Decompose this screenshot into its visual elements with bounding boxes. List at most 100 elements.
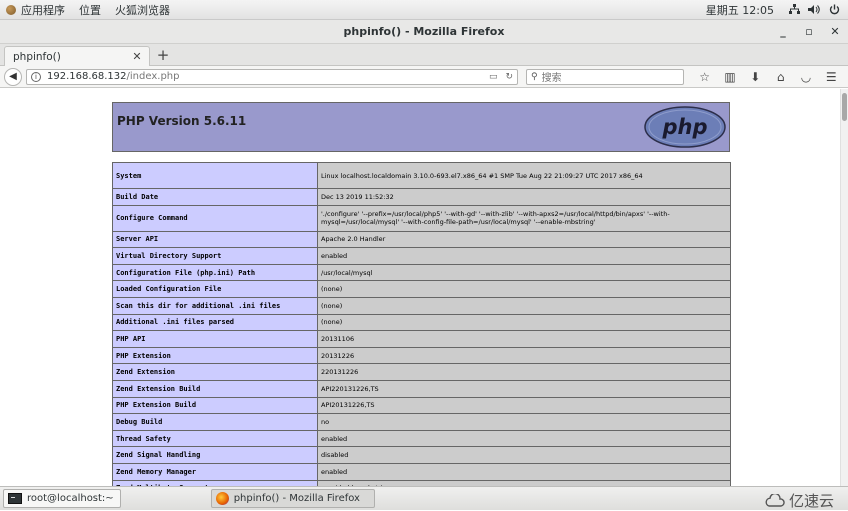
applications-menu[interactable]: 应用程序 — [0, 0, 73, 20]
close-tab-icon[interactable]: ✕ — [131, 50, 143, 63]
info-value: Dec 13 2019 11:52:32 — [317, 188, 731, 206]
info-value: (none) — [317, 296, 731, 315]
info-key: Zend Extension Build — [112, 379, 318, 398]
window-title: phpinfo() - Mozilla Firefox — [343, 25, 505, 38]
info-row: Loaded Configuration File (none) — [112, 280, 731, 298]
info-key: Server API — [112, 230, 318, 249]
tab-phpinfo[interactable]: phpinfo() ✕ — [4, 46, 150, 66]
info-row: PHP Extension Build API20131226,TS — [112, 396, 731, 415]
search-input[interactable]: ⚲ 搜索 — [526, 68, 684, 85]
info-row: PHP Extension 20131226 — [112, 346, 731, 365]
info-value: (none) — [317, 313, 731, 332]
page-content: PHP Version 5.6.11 php System Linux local… — [0, 89, 840, 486]
taskbar-item-label: root@localhost:~ — [27, 493, 114, 504]
arrow-left-icon[interactable]: ◀ — [4, 67, 22, 86]
info-key: Zend Memory Manager — [112, 462, 318, 481]
info-value: API220131226,TS — [317, 379, 731, 398]
php-version-title: PHP Version 5.6.11 — [117, 114, 247, 128]
clock[interactable]: 星期五 12:05 — [706, 2, 774, 18]
info-key: Zend Signal Handling — [112, 446, 318, 464]
info-key: PHP Extension Build — [112, 396, 318, 415]
places-menu[interactable]: 位置 — [73, 0, 109, 20]
info-key: System — [112, 162, 318, 189]
info-value: './configure' '--prefix=/usr/local/php5'… — [317, 204, 731, 232]
info-row: Configure Command './configure' '--prefix… — [112, 204, 731, 232]
info-row: System Linux localhost.localdomain 3.10.0… — [112, 162, 731, 189]
taskbar-item-firefox[interactable]: phpinfo() - Mozilla Firefox — [210, 489, 375, 508]
applications-menu-label: 应用程序 — [21, 3, 65, 17]
network-icon[interactable] — [788, 4, 800, 16]
info-row: PHP API 20131106 — [112, 330, 731, 348]
info-key: Virtual Directory Support — [112, 247, 318, 265]
php-logo-text: php — [661, 115, 707, 139]
info-value: enabled — [317, 429, 731, 448]
home-icon[interactable]: ⌂ — [772, 68, 790, 86]
tab-title: phpinfo() — [13, 50, 61, 63]
taskbar-item-label: phpinfo() - Mozilla Firefox — [233, 493, 360, 504]
maximize-icon[interactable]: ▫ — [802, 23, 816, 39]
cloud-logo-icon — [765, 493, 785, 507]
info-row: Zend Extension 220131226 — [112, 363, 731, 381]
url-bar[interactable]: i 192.168.68.132/index.php ▭ ↻ — [26, 68, 518, 85]
firefox-icon — [215, 492, 229, 505]
info-key: Debug Build — [112, 413, 318, 431]
minimize-icon[interactable]: _ — [776, 23, 790, 39]
taskbar-item-terminal[interactable]: root@localhost:~ — [3, 489, 121, 508]
tab-strip: phpinfo() ✕ + — [0, 44, 848, 66]
hamburger-menu-icon[interactable]: ☰ — [822, 68, 840, 86]
info-value: 20131106 — [317, 330, 731, 348]
info-key: Thread Safety — [112, 429, 318, 448]
watermark-logo: 亿速云 — [765, 490, 834, 511]
search-icon: ⚲ — [531, 71, 538, 82]
power-icon[interactable] — [828, 4, 840, 16]
vertical-scrollbar[interactable] — [840, 89, 848, 486]
info-key: Configuration File (php.ini) Path — [112, 263, 318, 282]
search-placeholder: 搜索 — [541, 73, 562, 84]
php-logo: php — [644, 106, 726, 148]
window-titlebar[interactable]: phpinfo() - Mozilla Firefox _ ▫ ✕ — [0, 20, 848, 44]
info-value: 220131226 — [317, 363, 731, 381]
places-menu-label: 位置 — [79, 3, 101, 17]
watermark-text: 亿速云 — [788, 492, 834, 510]
close-window-icon[interactable]: ✕ — [828, 23, 842, 39]
info-key: PHP API — [112, 330, 318, 348]
top-panel: 应用程序 位置 火狐浏览器 星期五 12:05 — [0, 0, 848, 20]
info-value: Linux localhost.localdomain 3.10.0-693.e… — [317, 162, 731, 189]
url-path: /index.php — [126, 71, 180, 82]
php-version-header: PHP Version 5.6.11 php — [112, 102, 730, 152]
info-value: enabled — [317, 462, 731, 481]
scrollbar-thumb[interactable] — [842, 93, 847, 121]
info-value: API20131226,TS — [317, 396, 731, 415]
info-key: Additional .ini files parsed — [112, 313, 318, 332]
new-tab-icon[interactable]: + — [154, 46, 172, 64]
reader-view-icon[interactable]: ▭ — [489, 72, 498, 82]
star-icon[interactable]: ☆ — [696, 68, 714, 86]
info-key: Configure Command — [112, 204, 318, 232]
info-key: PHP Extension — [112, 346, 318, 365]
info-key: Zend Extension — [112, 363, 318, 381]
info-icon[interactable]: i — [31, 71, 41, 82]
info-row: Debug Build no — [112, 413, 731, 431]
info-value: no — [317, 413, 731, 431]
info-row: Zend Extension Build API220131226,TS — [112, 379, 731, 398]
info-value: Apache 2.0 Handler — [317, 230, 731, 249]
info-row: Thread Safety enabled — [112, 429, 731, 448]
library-icon[interactable]: ▥ — [721, 68, 739, 86]
info-value: /usr/local/mysql — [317, 263, 731, 282]
info-key: Loaded Configuration File — [112, 280, 318, 298]
bottom-taskbar: root@localhost:~ phpinfo() - Mozilla Fir… — [0, 486, 848, 510]
firefox-app-menu[interactable]: 火狐浏览器 — [109, 0, 178, 20]
info-value: disabled — [317, 446, 731, 464]
navigation-toolbar: ◀ i 192.168.68.132/index.php ▭ ↻ ⚲ 搜索 ☆ … — [0, 66, 848, 88]
info-row: Server API Apache 2.0 Handler — [112, 230, 731, 249]
pocket-icon[interactable]: ◡ — [797, 68, 815, 86]
info-row: Zend Signal Handling disabled — [112, 446, 731, 464]
reload-icon[interactable]: ↻ — [505, 72, 513, 82]
php-info-table: System Linux localhost.localdomain 3.10.0… — [112, 162, 731, 486]
system-tray[interactable] — [788, 4, 840, 16]
info-value: 20131226 — [317, 346, 731, 365]
info-row: Additional .ini files parsed (none) — [112, 313, 731, 332]
info-value: (none) — [317, 280, 731, 298]
volume-icon[interactable] — [808, 4, 820, 16]
download-icon[interactable]: ⬇ — [746, 68, 764, 86]
